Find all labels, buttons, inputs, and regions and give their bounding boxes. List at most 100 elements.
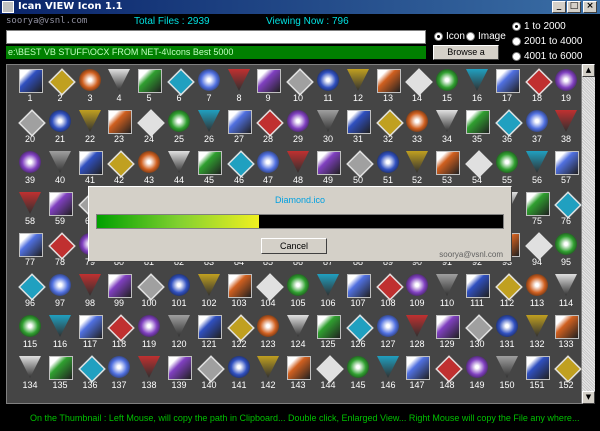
- icon-thumbnail[interactable]: 114: [551, 274, 581, 310]
- icon-thumbnail[interactable]: 53: [432, 151, 462, 187]
- icon-thumbnail[interactable]: 25: [164, 110, 194, 146]
- icon-thumbnail[interactable]: 56: [522, 151, 552, 187]
- icon-thumbnail[interactable]: 101: [164, 274, 194, 310]
- icon-thumbnail[interactable]: 94: [522, 232, 553, 269]
- icon-thumbnail[interactable]: 124: [283, 315, 313, 351]
- scroll-track[interactable]: [582, 77, 595, 391]
- icon-thumbnail[interactable]: 21: [45, 110, 75, 146]
- icon-thumbnail[interactable]: 30: [313, 110, 343, 146]
- maximize-button[interactable]: □: [567, 1, 581, 13]
- icon-thumbnail[interactable]: 96: [15, 273, 46, 310]
- icon-thumbnail[interactable]: 46: [224, 150, 255, 187]
- icon-thumbnail[interactable]: 136: [75, 355, 106, 392]
- title-bar[interactable]: Ican VIEW Icon 1.1 _ □ ×: [0, 0, 600, 14]
- icon-thumbnail[interactable]: 8: [224, 69, 254, 105]
- icon-thumbnail[interactable]: 52: [402, 151, 432, 187]
- icon-thumbnail[interactable]: 37: [522, 110, 552, 146]
- icon-thumbnail[interactable]: 99: [104, 274, 134, 310]
- icon-thumbnail[interactable]: 7: [194, 69, 224, 105]
- icon-thumbnail[interactable]: 122: [224, 314, 255, 351]
- icon-thumbnail[interactable]: 109: [402, 274, 432, 310]
- icon-thumbnail[interactable]: 18: [522, 68, 553, 105]
- icon-thumbnail[interactable]: 32: [373, 109, 404, 146]
- icon-thumbnail[interactable]: 4: [104, 69, 134, 105]
- icon-thumbnail[interactable]: 77: [15, 233, 45, 269]
- range-radio-2[interactable]: 2001 to 4000: [512, 36, 582, 47]
- scroll-down-icon[interactable]: ▼: [582, 391, 595, 404]
- icon-thumbnail[interactable]: 41: [75, 151, 105, 187]
- icon-thumbnail[interactable]: 27: [224, 110, 254, 146]
- icon-thumbnail[interactable]: 2: [45, 68, 76, 105]
- icon-thumbnail[interactable]: 45: [194, 151, 224, 187]
- icon-thumbnail[interactable]: 33: [402, 110, 432, 146]
- icon-thumbnail[interactable]: 121: [194, 315, 224, 351]
- icon-thumbnail[interactable]: 151: [522, 356, 552, 392]
- icon-thumbnail[interactable]: 148: [432, 355, 463, 392]
- icon-thumbnail[interactable]: 132: [522, 315, 552, 351]
- icon-thumbnail[interactable]: 107: [343, 274, 373, 310]
- icon-thumbnail[interactable]: 103: [224, 274, 254, 310]
- icon-thumbnail[interactable]: 6: [164, 68, 195, 105]
- icon-thumbnail[interactable]: 145: [343, 356, 373, 392]
- icon-thumbnail[interactable]: 133: [551, 315, 581, 351]
- icon-thumbnail[interactable]: 120: [164, 315, 194, 351]
- icon-thumbnail[interactable]: 119: [134, 315, 164, 351]
- icon-thumbnail[interactable]: 115: [15, 315, 45, 351]
- icon-thumbnail[interactable]: 17: [492, 69, 522, 105]
- icon-thumbnail[interactable]: 14: [402, 68, 433, 105]
- icon-radio[interactable]: Icon: [434, 31, 465, 42]
- icon-thumbnail[interactable]: 1: [15, 69, 45, 105]
- icon-thumbnail[interactable]: 140: [194, 355, 225, 392]
- icon-thumbnail[interactable]: 75: [522, 192, 552, 228]
- range-radio-3[interactable]: 4001 to 6000: [512, 51, 582, 62]
- icon-thumbnail[interactable]: 125: [313, 315, 343, 351]
- close-button[interactable]: ×: [583, 1, 597, 13]
- icon-thumbnail[interactable]: 29: [283, 110, 313, 146]
- icon-thumbnail[interactable]: 43: [134, 151, 164, 187]
- icon-thumbnail[interactable]: 128: [402, 315, 432, 351]
- icon-thumbnail[interactable]: 141: [224, 356, 254, 392]
- icon-thumbnail[interactable]: 116: [45, 315, 75, 351]
- icon-thumbnail[interactable]: 47: [253, 151, 283, 187]
- icon-thumbnail[interactable]: 35: [462, 110, 492, 146]
- icon-thumbnail[interactable]: 54: [462, 150, 493, 187]
- icon-thumbnail[interactable]: 3: [75, 69, 105, 105]
- icon-thumbnail[interactable]: 135: [45, 356, 75, 392]
- icon-thumbnail[interactable]: 76: [551, 191, 582, 228]
- icon-thumbnail[interactable]: 105: [283, 274, 313, 310]
- path-input[interactable]: [6, 30, 426, 44]
- browse-folder-button[interactable]: Browse a Folder: [433, 45, 499, 70]
- icon-thumbnail[interactable]: 152: [551, 355, 582, 392]
- icon-thumbnail[interactable]: 34: [432, 110, 462, 146]
- icon-thumbnail[interactable]: 144: [313, 355, 344, 392]
- icon-thumbnail[interactable]: 58: [15, 192, 45, 228]
- icon-thumbnail[interactable]: 131: [492, 315, 522, 351]
- icon-thumbnail[interactable]: 11: [313, 69, 343, 105]
- icon-thumbnail[interactable]: 97: [45, 274, 75, 310]
- icon-thumbnail[interactable]: 26: [194, 110, 224, 146]
- icon-thumbnail[interactable]: 118: [104, 314, 135, 351]
- icon-thumbnail[interactable]: 143: [283, 356, 313, 392]
- minimize-button[interactable]: _: [552, 1, 566, 13]
- icon-thumbnail[interactable]: 137: [104, 356, 134, 392]
- icon-thumbnail[interactable]: 113: [522, 274, 552, 310]
- icon-thumbnail[interactable]: 42: [104, 150, 135, 187]
- icon-thumbnail[interactable]: 38: [551, 110, 581, 146]
- icon-thumbnail[interactable]: 134: [15, 356, 45, 392]
- icon-thumbnail[interactable]: 130: [462, 314, 493, 351]
- icon-thumbnail[interactable]: 150: [492, 356, 522, 392]
- icon-thumbnail[interactable]: 16: [462, 69, 492, 105]
- icon-thumbnail[interactable]: 139: [164, 356, 194, 392]
- icon-thumbnail[interactable]: 9: [253, 69, 283, 105]
- icon-thumbnail[interactable]: 23: [104, 110, 134, 146]
- icon-thumbnail[interactable]: 102: [194, 274, 224, 310]
- icon-thumbnail[interactable]: 55: [492, 151, 522, 187]
- scroll-up-icon[interactable]: ▲: [582, 64, 595, 77]
- icon-thumbnail[interactable]: 36: [492, 109, 523, 146]
- vertical-scrollbar[interactable]: ▲ ▼: [582, 64, 595, 404]
- icon-thumbnail[interactable]: 59: [45, 192, 75, 228]
- icon-thumbnail[interactable]: 31: [343, 110, 373, 146]
- icon-thumbnail[interactable]: 104: [253, 273, 284, 310]
- icon-thumbnail[interactable]: 57: [551, 151, 581, 187]
- icon-thumbnail[interactable]: 15: [432, 69, 462, 105]
